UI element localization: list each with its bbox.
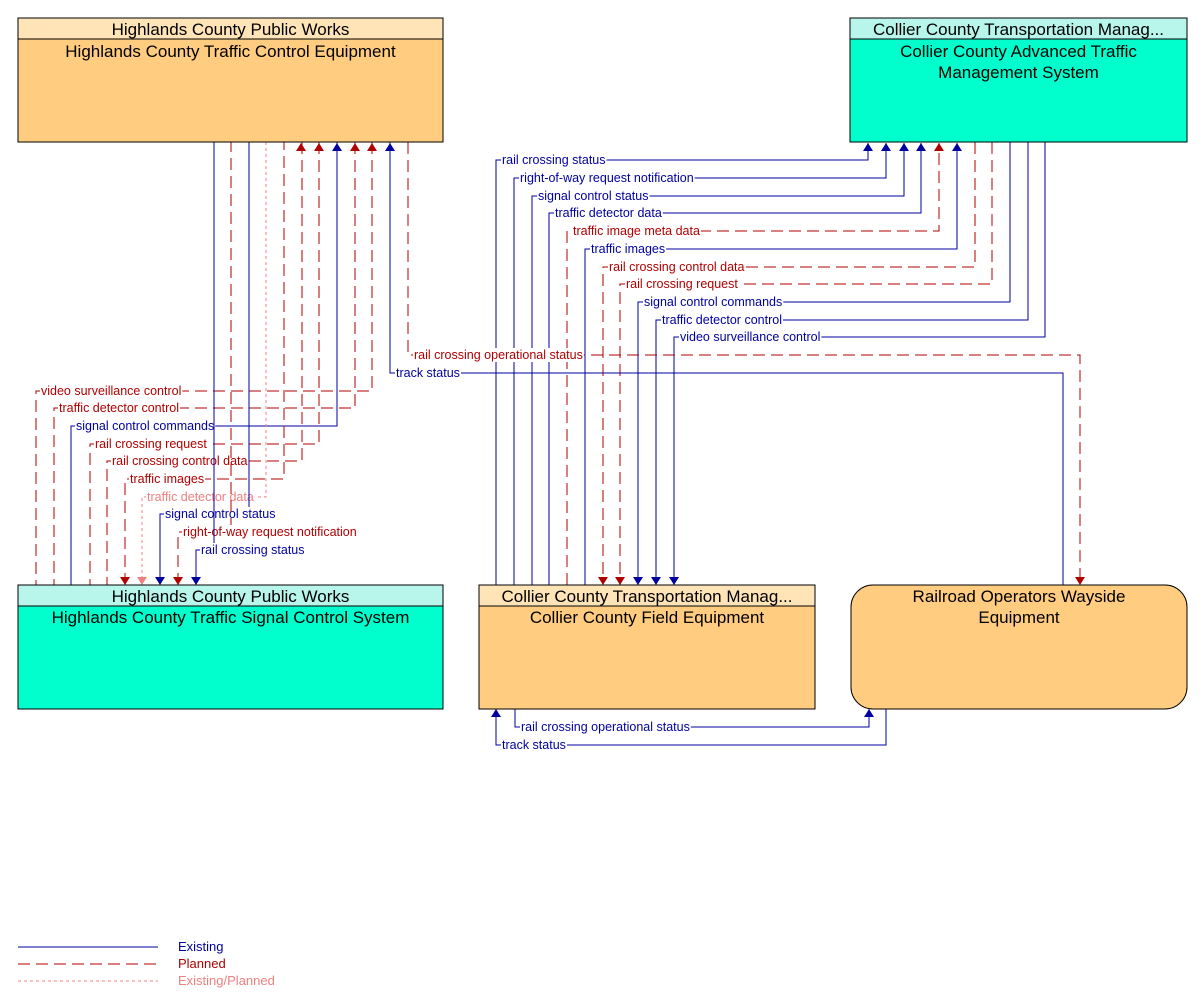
arrow-head-icon [615, 577, 625, 585]
flow-label: right-of-way request notification [183, 525, 357, 539]
node-title: Management System [938, 63, 1099, 82]
flow-fe-to-rr-0[interactable]: rail crossing operational status [514, 709, 874, 734]
node-title: Collier County Advanced Traffic [900, 42, 1137, 61]
legend: Existing Planned Existing/Planned [18, 939, 275, 988]
arrow-head-icon [863, 143, 873, 151]
flow-atms-to-fe-2[interactable]: signal control commands [633, 142, 1011, 585]
flow-label: traffic image meta data [573, 224, 700, 238]
arrow-head-icon [598, 577, 608, 585]
flow-label: rail crossing request [626, 277, 738, 291]
legend-label: Planned [178, 956, 226, 971]
flow-label: rail crossing status [502, 153, 606, 167]
node-header: Highlands County Public Works [112, 20, 350, 39]
arrow-head-icon [137, 577, 147, 585]
flow-label: traffic images [591, 242, 665, 256]
flow-label: rail crossing operational status [414, 348, 583, 362]
arrow-head-icon [633, 577, 643, 585]
flow-atms-to-fe-3[interactable]: traffic detector control [651, 142, 1029, 585]
arrow-head-icon [173, 577, 183, 585]
legend-item-existing-planned: Existing/Planned [18, 973, 275, 988]
flow-line[interactable] [637, 142, 1011, 585]
arrow-head-icon [899, 143, 909, 151]
flow-label: rail crossing operational status [521, 720, 690, 734]
architecture-diagram: video surveillance control traffic detect… [17, 17, 1188, 988]
flow-hcs-to-hc-2[interactable]: signal control status [155, 142, 277, 585]
flow-label: traffic images [130, 472, 204, 486]
flow-fe-to-atms-3[interactable]: traffic detector data [548, 143, 926, 585]
arrow-head-icon [155, 577, 165, 585]
legend-item-planned: Planned [18, 956, 226, 971]
node-title: Highlands County Traffic Control Equipme… [65, 42, 396, 61]
flow-label: traffic detector data [555, 206, 662, 220]
flow-label: signal control commands [644, 295, 782, 309]
arrow-head-icon [669, 577, 679, 585]
arrow-head-icon [332, 143, 342, 151]
node-header: Highlands County Public Works [112, 587, 350, 606]
arrow-head-icon [881, 143, 891, 151]
flow-label: track status [502, 738, 566, 752]
flow-label: video surveillance control [41, 384, 181, 398]
flow-label: track status [396, 366, 460, 380]
node-title: Highlands County Traffic Signal Control … [52, 608, 410, 627]
node-header: Collier County Transportation Manag... [501, 587, 792, 606]
flow-line[interactable] [619, 142, 993, 585]
node-collier-atms[interactable]: Collier County Transportation Manag... C… [849, 17, 1188, 143]
arrow-head-icon [296, 143, 306, 151]
arrow-head-icon [367, 143, 377, 151]
arrow-head-icon [491, 709, 501, 717]
legend-label: Existing/Planned [178, 973, 275, 988]
node-highlands-traffic-control-equipment[interactable]: Highlands County Public Works Highlands … [17, 17, 444, 143]
flow-fe-to-atms-0[interactable]: rail crossing status [495, 143, 873, 585]
flow-label: signal control status [538, 189, 648, 203]
flow-line[interactable] [389, 142, 1064, 585]
flow-label: video surveillance control [680, 330, 820, 344]
arrow-head-icon [651, 577, 661, 585]
arrow-head-icon [934, 143, 944, 151]
flow-label: right-of-way request notification [520, 171, 694, 185]
node-highlands-signal-control-system[interactable]: Highlands County Public Works Highlands … [17, 584, 444, 710]
flow-label: signal control commands [76, 419, 214, 433]
flow-label: traffic detector control [59, 401, 179, 415]
flow-line[interactable] [407, 142, 1081, 585]
arrow-head-icon [952, 143, 962, 151]
flow-atms-to-fe-1[interactable]: rail crossing request [615, 142, 993, 585]
legend-label: Existing [178, 939, 224, 954]
node-title: Railroad Operators Wayside [913, 587, 1126, 606]
flow-label: rail crossing control data [609, 260, 745, 274]
arrow-head-icon [916, 143, 926, 151]
node-railroad-wayside-equipment[interactable]: Railroad Operators Wayside Equipment [850, 584, 1188, 710]
legend-item-existing: Existing [18, 939, 224, 954]
flow-hc-to-rr-0[interactable]: rail crossing operational status [407, 142, 1085, 585]
flow-label: signal control status [165, 507, 275, 521]
flow-line[interactable] [495, 143, 869, 585]
flow-line[interactable] [673, 142, 1046, 585]
flow-label: rail crossing status [201, 543, 305, 557]
arrow-head-icon [314, 143, 324, 151]
flow-label: rail crossing control data [112, 454, 248, 468]
node-title: Equipment [978, 608, 1060, 627]
arrow-head-icon [191, 577, 201, 585]
flow-label: traffic detector data [147, 490, 254, 504]
flow-rr-to-hc-1[interactable]: track status [389, 142, 1064, 585]
arrow-head-icon [864, 709, 874, 717]
flow-line[interactable] [655, 142, 1029, 585]
node-header: Collier County Transportation Manag... [873, 20, 1164, 39]
flow-atms-to-fe-4[interactable]: video surveillance control [669, 142, 1046, 585]
arrow-head-icon [350, 143, 360, 151]
flow-label: traffic detector control [662, 313, 782, 327]
node-collier-field-equipment[interactable]: Collier County Transportation Manag... C… [478, 584, 816, 710]
nodes-layer: Highlands County Public Works Highlands … [17, 17, 1188, 710]
arrow-head-icon [120, 577, 130, 585]
arrow-head-icon [1075, 577, 1085, 585]
node-title: Collier County Field Equipment [530, 608, 765, 627]
flow-label: rail crossing request [95, 437, 207, 451]
